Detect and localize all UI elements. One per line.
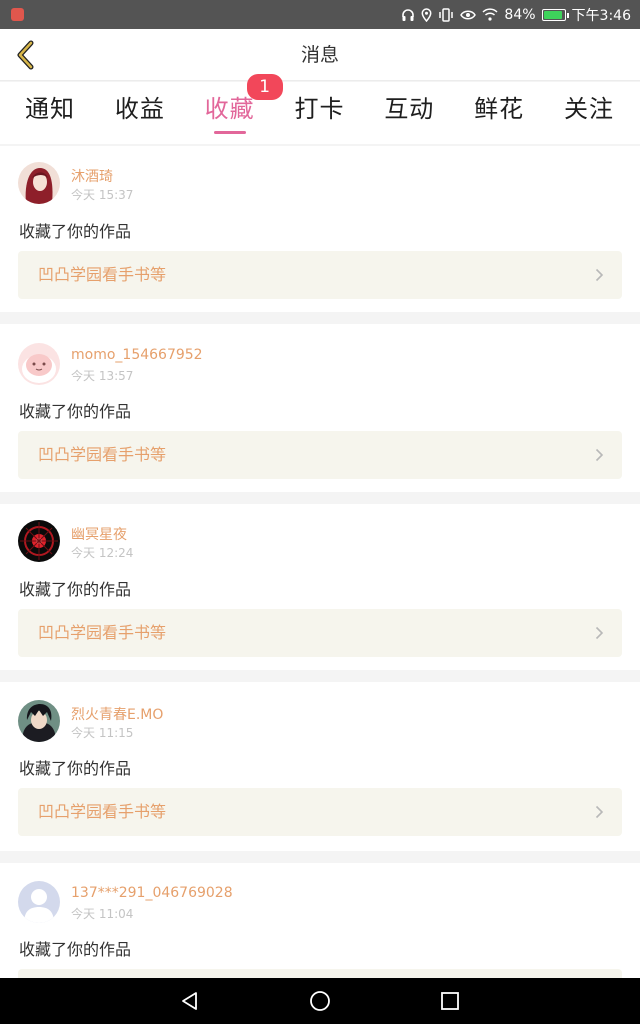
app-notification-icon — [11, 8, 24, 21]
list-item[interactable]: momo_154667952 今天 13:57 收藏了你的作品 凹凸学园看手书等 — [0, 324, 640, 492]
unread-badge: 1 — [246, 74, 283, 100]
wifi-icon — [482, 8, 498, 21]
battery-percent: 84% — [504, 6, 536, 23]
tab-bar: 通知 收益 收藏 1 打卡 互动 鲜花 关注 — [0, 74, 640, 144]
status-icons: 84% 下午3:46 — [401, 0, 631, 29]
action-text: 收藏了你的作品 — [19, 222, 132, 241]
action-text: 收藏了你的作品 — [19, 940, 132, 959]
vibrate-icon — [439, 7, 454, 22]
back-button[interactable] — [8, 37, 44, 73]
timestamp: 今天 12:24 — [71, 546, 134, 560]
tab-notifications[interactable]: 通知 — [25, 82, 75, 144]
message-list: 沐酒琦 今天 15:37 收藏了你的作品 凹凸学园看手书等 momo_15466… — [0, 144, 640, 1017]
avatar[interactable] — [18, 881, 60, 923]
list-item[interactable]: 沐酒琦 今天 15:37 收藏了你的作品 凹凸学园看手书等 — [0, 146, 640, 312]
eye-icon — [460, 10, 477, 19]
chevron-right-icon — [595, 448, 604, 462]
work-title: 凹凸学园看手书等 — [38, 623, 167, 642]
headphones-icon — [402, 8, 415, 21]
work-title: 凹凸学园看手书等 — [38, 802, 167, 821]
username[interactable]: 沐酒琦 — [71, 166, 113, 186]
tab-flowers[interactable]: 鲜花 — [474, 82, 524, 144]
chevron-right-icon — [595, 268, 604, 282]
list-item[interactable]: 烈火青春E.MO 今天 11:15 收藏了你的作品 凹凸学园看手书等 — [0, 682, 640, 851]
timestamp: 今天 11:04 — [71, 907, 134, 921]
work-link[interactable]: 凹凸学园看手书等 — [18, 431, 622, 479]
chevron-right-icon — [595, 626, 604, 640]
username[interactable]: 幽冥星夜 — [71, 524, 127, 544]
work-title: 凹凸学园看手书等 — [38, 265, 167, 284]
tab-favorites[interactable]: 收藏 1 — [205, 74, 283, 144]
tab-interactions[interactable]: 互动 — [384, 82, 434, 144]
tab-earnings[interactable]: 收益 — [115, 82, 165, 144]
username[interactable]: 137***291_046769028 — [71, 885, 233, 901]
active-tab-indicator — [213, 131, 246, 134]
action-text: 收藏了你的作品 — [19, 580, 132, 599]
nav-recents-button[interactable] — [420, 978, 480, 1024]
tab-label: 收益 — [114, 95, 165, 123]
triangle-back-icon — [182, 992, 197, 1010]
work-link[interactable]: 凹凸学园看手书等 — [18, 788, 622, 836]
clock: 下午3:46 — [571, 7, 631, 24]
tab-checkin[interactable]: 打卡 — [294, 82, 344, 144]
avatar[interactable] — [18, 343, 60, 385]
action-text: 收藏了你的作品 — [19, 402, 132, 421]
avatar[interactable] — [18, 520, 60, 562]
timestamp: 今天 13:57 — [71, 369, 134, 383]
page-title: 消息 — [300, 44, 339, 66]
status-bar: 84% 下午3:46 — [0, 0, 640, 29]
battery-icon — [541, 8, 569, 21]
system-nav-bar — [0, 978, 640, 1024]
avatar[interactable] — [18, 162, 60, 204]
tab-label: 鲜花 — [474, 95, 525, 123]
square-recents-icon — [441, 992, 459, 1010]
username[interactable]: momo_154667952 — [71, 347, 203, 363]
tab-label: 关注 — [563, 95, 614, 123]
header: 消息 — [0, 29, 640, 81]
timestamp: 今天 15:37 — [71, 188, 134, 202]
action-text: 收藏了你的作品 — [19, 759, 132, 778]
work-title: 凹凸学园看手书等 — [38, 445, 167, 464]
work-link[interactable]: 凹凸学园看手书等 — [18, 251, 622, 299]
tab-label: 互动 — [384, 95, 435, 123]
chevron-right-icon — [595, 805, 604, 819]
username[interactable]: 烈火青春E.MO — [71, 704, 163, 724]
screen: 84% 下午3:46 消息 通知 收益 收藏 1 打卡 互动 鲜花 关注 沐酒琦… — [0, 0, 640, 1024]
location-icon — [421, 7, 432, 22]
tab-label: 打卡 — [294, 95, 345, 123]
chevron-left-icon — [17, 40, 34, 70]
nav-home-button[interactable] — [290, 978, 350, 1024]
timestamp: 今天 11:15 — [71, 726, 134, 740]
tab-label: 通知 — [25, 95, 75, 123]
avatar[interactable] — [18, 700, 60, 742]
list-item[interactable]: 幽冥星夜 今天 12:24 收藏了你的作品 凹凸学园看手书等 — [0, 504, 640, 670]
tab-follows[interactable]: 关注 — [564, 82, 614, 144]
work-link[interactable]: 凹凸学园看手书等 — [18, 609, 622, 657]
circle-home-icon — [310, 991, 330, 1011]
nav-back-button[interactable] — [160, 978, 220, 1024]
